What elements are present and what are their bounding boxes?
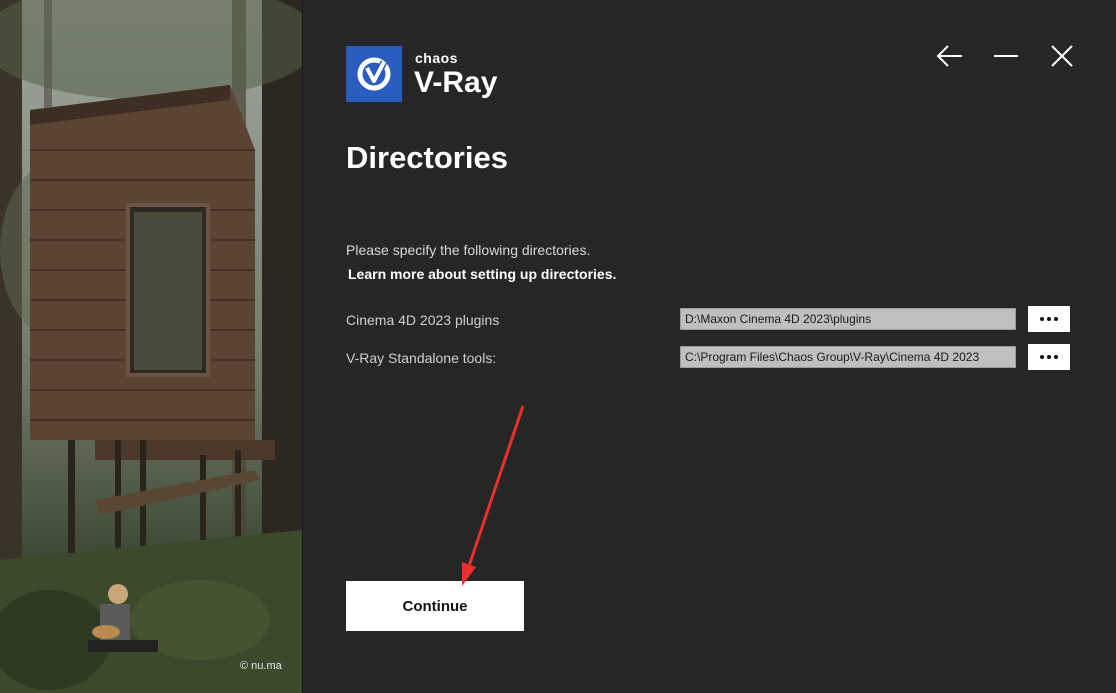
minimize-icon[interactable] bbox=[992, 42, 1020, 70]
browse-button[interactable] bbox=[1028, 344, 1070, 370]
directory-label: V-Ray Standalone tools: bbox=[346, 350, 497, 366]
logo-product-text: V-Ray bbox=[414, 65, 498, 99]
ellipsis-icon bbox=[1040, 317, 1058, 321]
logo-brand-text: chaos bbox=[415, 49, 458, 66]
standalone-tools-path-field[interactable] bbox=[680, 346, 1016, 368]
installer-window: © nu.ma chaos V-Ray Directories Please s… bbox=[0, 0, 1116, 693]
close-icon[interactable] bbox=[1048, 42, 1076, 70]
ellipsis-icon bbox=[1040, 355, 1058, 359]
directory-row-standalone-tools: V-Ray Standalone tools: bbox=[346, 344, 1070, 370]
image-credit: © nu.ma bbox=[240, 660, 282, 672]
vray-logo: chaos V-Ray bbox=[346, 46, 497, 102]
directory-row-c4d-plugins: Cinema 4D 2023 plugins bbox=[346, 306, 1070, 332]
c4d-plugins-path-field[interactable] bbox=[680, 308, 1016, 330]
browse-button[interactable] bbox=[1028, 306, 1070, 332]
intro-text: Please specify the following directories… bbox=[346, 242, 591, 258]
panel-divider bbox=[302, 0, 303, 693]
arrow-left-icon[interactable] bbox=[936, 42, 964, 70]
learn-more-link[interactable]: Learn more about setting up directories. bbox=[348, 266, 616, 282]
window-controls bbox=[936, 42, 1076, 70]
directory-label: Cinema 4D 2023 plugins bbox=[346, 312, 500, 328]
page-title: Directories bbox=[346, 140, 508, 175]
continue-button[interactable]: Continue bbox=[346, 581, 524, 631]
vray-logo-icon bbox=[346, 46, 402, 102]
treehouse-illustration: © nu.ma bbox=[0, 0, 302, 693]
